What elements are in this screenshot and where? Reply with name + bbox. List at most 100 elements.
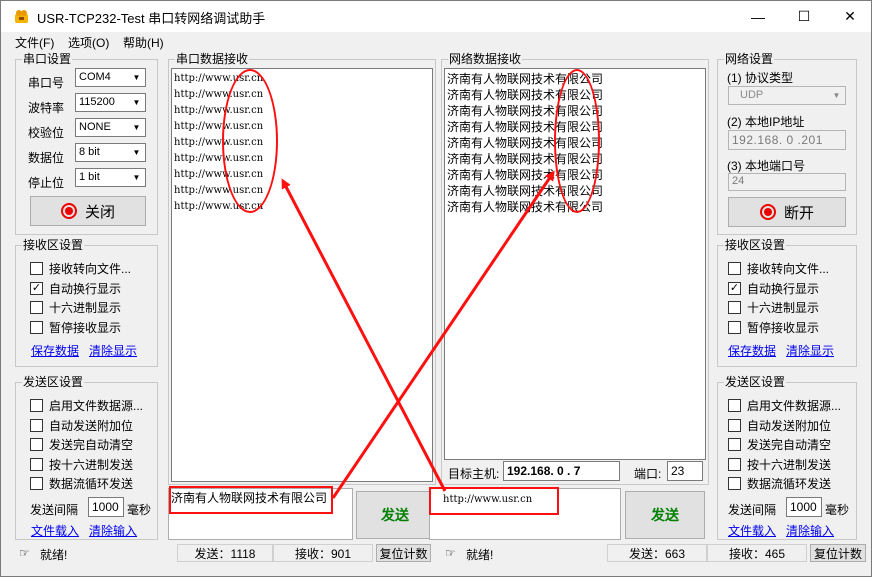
maximize-button[interactable]: ☐ (781, 1, 827, 32)
left-hex-display-checkbox[interactable]: 十六进制显示 (30, 299, 121, 316)
databits-select[interactable]: 8 bit ▼ (75, 143, 146, 162)
close-window-button[interactable]: ✕ (827, 1, 871, 32)
right-interval-unit: 毫秒 (825, 503, 850, 517)
serial-recv-group: 串口数据接收 http://www.usr.cn http://www.usr.c… (168, 52, 436, 485)
target-host-label: 目标主机: (448, 467, 500, 481)
left-load-file-link[interactable]: 文件载入 (31, 522, 79, 539)
checkbox-box (728, 477, 741, 490)
target-host-input[interactable]: 192.168. 0 . 7 (503, 461, 620, 481)
minimize-button[interactable]: — (735, 1, 781, 32)
right-auto-wrap-checkbox[interactable]: ✓ 自动换行显示 (728, 280, 819, 297)
status-ready-left: 就绪! (40, 548, 68, 562)
right-hex-display-checkbox[interactable]: 十六进制显示 (728, 299, 819, 316)
left-recv-settings-title: 接收区设置 (22, 238, 85, 252)
right-interval-input[interactable]: 1000 (786, 497, 822, 517)
right-loop-send-checkbox[interactable]: 数据流循环发送 (728, 475, 831, 492)
checkmark-icon: ✓ (30, 282, 43, 295)
checkbox-box (30, 321, 43, 334)
serial-recv-line: http://www.usr.cn (174, 121, 264, 132)
left-file-source-checkbox[interactable]: 启用文件数据源... (30, 397, 143, 414)
net-send-button[interactable]: 发送 (625, 491, 705, 539)
chevron-down-icon: ▼ (132, 173, 141, 182)
parity-select[interactable]: NONE ▼ (75, 118, 146, 137)
serial-close-button[interactable]: 关闭 (30, 196, 146, 226)
left-recv-to-file-checkbox[interactable]: 接收转向文件... (30, 260, 131, 277)
target-port-input[interactable]: 23 (667, 461, 703, 481)
right-send-settings-title: 发送区设置 (724, 375, 787, 389)
left-interval-input[interactable]: 1000 (88, 497, 124, 517)
right-interval-label: 发送间隔 (728, 503, 777, 517)
left-hex-send-checkbox[interactable]: 按十六进制发送 (30, 456, 133, 473)
right-append-bits-checkbox[interactable]: 自动发送附加位 (728, 417, 831, 434)
local-ip-label: (2) 本地IP地址 (727, 115, 805, 129)
record-icon (759, 204, 776, 220)
right-load-file-link[interactable]: 文件载入 (728, 522, 776, 539)
right-save-data-link[interactable]: 保存数据 (728, 342, 776, 359)
right-auto-clear-checkbox[interactable]: 发送完自动清空 (728, 436, 831, 453)
checkbox-box (728, 438, 741, 451)
annotation-ellipse-net-recv (554, 69, 600, 213)
port-select[interactable]: COM4 ▼ (75, 68, 146, 87)
databits-value: 8 bit (79, 146, 100, 158)
checkmark-icon: ✓ (728, 282, 741, 295)
checkbox-box (30, 301, 43, 314)
baud-value: 115200 (79, 96, 115, 108)
left-clear-display-link[interactable]: 清除显示 (89, 342, 137, 359)
menu-options[interactable]: 选项(O) (68, 34, 109, 51)
net-recv-title: 网络数据接收 (448, 52, 523, 66)
hand-pointer-icon: ☞ (19, 546, 30, 560)
record-icon (60, 203, 77, 219)
serial-recv-title: 串口数据接收 (175, 52, 250, 66)
checkbox-box (728, 419, 741, 432)
serial-send-button[interactable]: 发送 (356, 491, 434, 539)
right-file-source-checkbox[interactable]: 启用文件数据源... (728, 397, 841, 414)
protocol-select[interactable]: UDP ▼ (728, 86, 846, 105)
reset-count-button-left[interactable]: 复位计数 (376, 544, 431, 562)
title-bar: USR-TCP232-Test 串口转网络调试助手 — ☐ ✕ (1, 1, 871, 32)
status-ready-right: 就绪! (466, 548, 494, 562)
left-pause-display-checkbox[interactable]: 暂停接收显示 (30, 319, 121, 336)
checkbox-box (30, 477, 43, 490)
serial-recv-line: http://www.usr.cn (174, 89, 264, 100)
right-pause-display-checkbox[interactable]: 暂停接收显示 (728, 319, 819, 336)
right-clear-display-link[interactable]: 清除显示 (786, 342, 834, 359)
menu-file[interactable]: 文件(F) (15, 34, 54, 51)
right-clear-input-link[interactable]: 清除输入 (786, 522, 834, 539)
stopbits-value: 1 bit (79, 171, 100, 183)
option-label: 自动换行显示 (49, 282, 122, 296)
local-port-input[interactable]: 24 (728, 173, 846, 191)
menu-help[interactable]: 帮助(H) (123, 34, 164, 51)
checkbox-box (728, 399, 741, 412)
right-hex-send-checkbox[interactable]: 按十六进制发送 (728, 456, 831, 473)
option-label: 自动换行显示 (747, 282, 820, 296)
port-value: COM4 (79, 71, 111, 83)
left-auto-clear-checkbox[interactable]: 发送完自动清空 (30, 436, 133, 453)
option-label: 按十六进制发送 (747, 458, 832, 472)
baud-select[interactable]: 115200 ▼ (75, 93, 146, 112)
serial-recv-line: http://www.usr.cn (174, 137, 264, 148)
left-clear-input-link[interactable]: 清除输入 (89, 522, 137, 539)
menu-bar: 文件(F) 选项(O) 帮助(H) (1, 32, 871, 52)
net-open-button[interactable]: 断开 (728, 197, 846, 227)
hand-pointer-icon: ☞ (445, 546, 456, 560)
option-label: 接收转向文件... (49, 262, 132, 276)
stopbits-select[interactable]: 1 bit ▼ (75, 168, 146, 187)
option-label: 自动发送附加位 (49, 419, 134, 433)
left-append-bits-checkbox[interactable]: 自动发送附加位 (30, 417, 133, 434)
option-label: 启用文件数据源... (747, 399, 842, 413)
serial-recv-line: http://www.usr.cn (174, 201, 264, 212)
option-label: 数据流循环发送 (747, 477, 832, 491)
reset-count-button-right[interactable]: 复位计数 (810, 544, 866, 562)
local-ip-input[interactable]: 192.168. 0 .201 (728, 130, 846, 150)
serial-recv-textarea[interactable]: http://www.usr.cn http://www.usr.cn http:/… (171, 68, 433, 482)
checkbox-box (30, 419, 43, 432)
checkbox-box (30, 438, 43, 451)
checkbox-box (30, 458, 43, 471)
window-title: USR-TCP232-Test 串口转网络调试助手 (37, 11, 266, 26)
right-recv-to-file-checkbox[interactable]: 接收转向文件... (728, 260, 829, 277)
right-recv-settings-group: 接收区设置 接收转向文件... ✓ 自动换行显示 十六进制显示 暂停接收显示 保存… (717, 238, 857, 367)
left-auto-wrap-checkbox[interactable]: ✓ 自动换行显示 (30, 280, 121, 297)
chevron-down-icon: ▼ (132, 98, 141, 107)
left-loop-send-checkbox[interactable]: 数据流循环发送 (30, 475, 133, 492)
left-save-data-link[interactable]: 保存数据 (31, 342, 79, 359)
